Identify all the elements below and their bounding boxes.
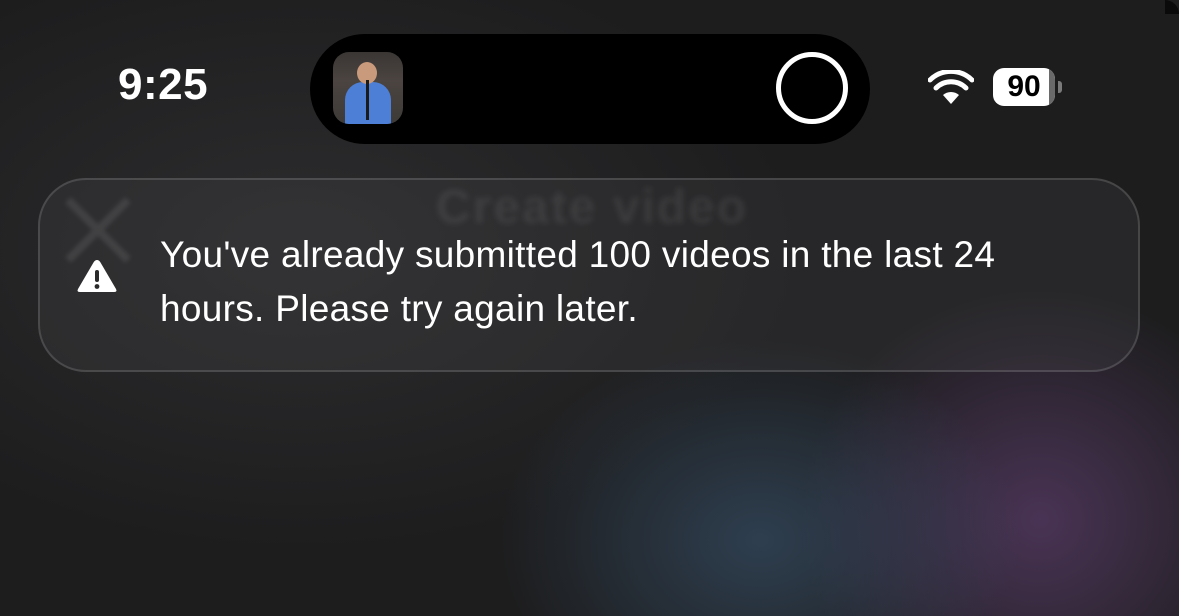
lock-screen: 9:25 90 Create video You've already subm… <box>0 0 1179 616</box>
toast-message: You've already submitted 100 videos in t… <box>160 234 996 329</box>
battery-shell: 90 <box>993 68 1055 106</box>
dynamic-island[interactable] <box>310 34 870 144</box>
battery-nub <box>1058 81 1062 93</box>
screen-corner <box>1165 0 1179 14</box>
wifi-icon <box>928 70 974 104</box>
ring-indicator-icon <box>776 52 848 124</box>
warning-icon <box>77 260 117 292</box>
battery-indicator: 90 <box>993 68 1062 106</box>
error-toast[interactable]: You've already submitted 100 videos in t… <box>38 178 1140 372</box>
video-thumbnail[interactable] <box>333 52 403 124</box>
battery-percent: 90 <box>1007 70 1041 103</box>
thumbnail-microphone <box>366 80 369 120</box>
status-time: 9:25 <box>118 60 209 109</box>
